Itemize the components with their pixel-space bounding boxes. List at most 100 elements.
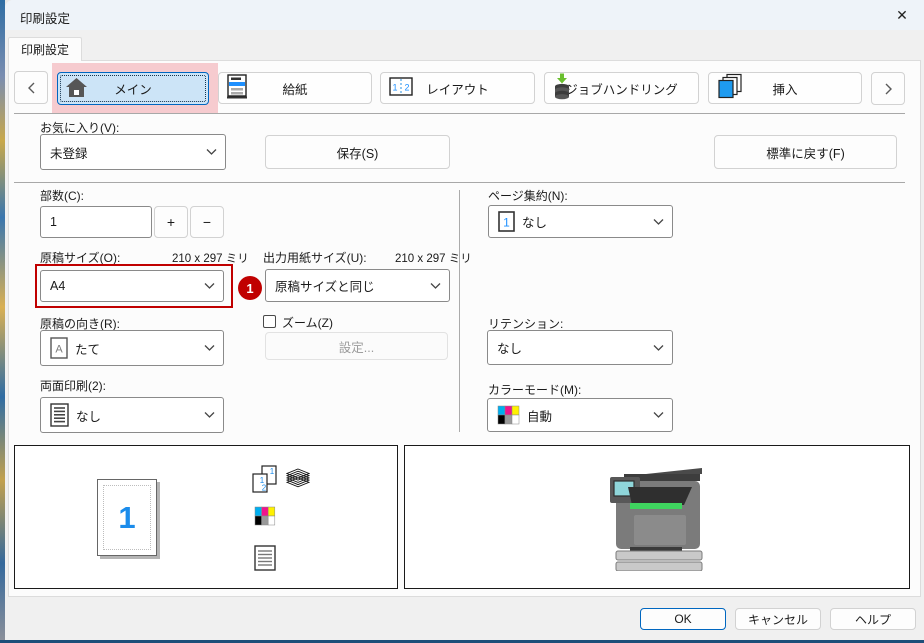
tab-label: 印刷設定 bbox=[21, 41, 69, 58]
copies-label: 部数(C): bbox=[40, 187, 84, 204]
home-icon bbox=[66, 78, 87, 100]
insert-icon bbox=[717, 74, 743, 103]
toolbar-button-paper-feed[interactable]: 給紙 bbox=[218, 72, 372, 104]
separator bbox=[14, 182, 905, 183]
copies-decrement-button[interactable]: − bbox=[190, 206, 224, 238]
duplex-dropdown[interactable]: なし bbox=[40, 397, 224, 433]
svg-text:2: 2 bbox=[262, 484, 267, 493]
chevron-down-icon bbox=[653, 344, 664, 351]
callout-number: 1 bbox=[246, 281, 253, 296]
chevron-right-icon bbox=[884, 83, 893, 95]
chevron-down-icon bbox=[653, 218, 664, 225]
original-size-dropdown[interactable]: A4 bbox=[40, 270, 224, 302]
output-paper-size-label: 出力用紙サイズ(U): bbox=[263, 249, 367, 266]
callout-badge-1: 1 bbox=[238, 276, 262, 300]
page-aggregation-label: ページ集約(N): bbox=[488, 187, 568, 204]
restore-defaults-label: 標準に戻す(F) bbox=[766, 143, 844, 162]
orientation-value: たて bbox=[75, 339, 100, 358]
zoom-checkbox[interactable] bbox=[263, 315, 276, 328]
output-paper-size-dimensions: 210 x 297 ミリ bbox=[395, 250, 472, 266]
toolbar-button-label: レイアウト bbox=[426, 79, 489, 98]
toolbar-button-label: 給紙 bbox=[282, 79, 307, 98]
minus-icon: − bbox=[203, 214, 211, 230]
cancel-button[interactable]: キャンセル bbox=[735, 608, 821, 630]
ok-button-label: OK bbox=[674, 612, 691, 626]
orientation-dropdown[interactable]: A たて bbox=[40, 330, 224, 366]
separator-vertical bbox=[459, 190, 460, 432]
save-button[interactable]: 保存(S) bbox=[265, 135, 450, 169]
color-mode-dropdown[interactable]: 自動 bbox=[487, 398, 673, 432]
svg-text:2: 2 bbox=[404, 83, 409, 93]
output-paper-size-value: 原稿サイズと同じ bbox=[275, 276, 375, 295]
print-settings-dialog: 印刷設定 ✕ 印刷設定 メイン 給紙 bbox=[0, 0, 924, 643]
page-aggregation-dropdown[interactable]: 1 なし bbox=[488, 205, 673, 238]
original-size-label: 原稿サイズ(O): bbox=[40, 249, 120, 266]
window-title: 印刷設定 bbox=[20, 8, 70, 27]
separator bbox=[14, 113, 905, 114]
save-button-label: 保存(S) bbox=[337, 143, 379, 162]
svg-text:1: 1 bbox=[503, 216, 510, 230]
portrait-orientation-icon: A bbox=[50, 337, 68, 359]
zoom-settings-button: 設定... bbox=[265, 332, 448, 360]
toolbar-button-layout[interactable]: 12 レイアウト bbox=[380, 72, 535, 104]
copies-increment-button[interactable]: + bbox=[154, 206, 188, 238]
job-handling-icon bbox=[553, 74, 571, 103]
title-bar: 印刷設定 ✕ bbox=[5, 0, 924, 30]
retention-dropdown[interactable]: なし bbox=[487, 330, 673, 365]
preview-page: 1 bbox=[97, 479, 157, 556]
help-button-label: ヘルプ bbox=[855, 611, 891, 628]
duplex-value: なし bbox=[76, 406, 101, 425]
paper-feed-icon bbox=[227, 74, 247, 102]
original-size-dimensions: 210 x 297 ミリ bbox=[172, 250, 249, 266]
retention-value: なし bbox=[497, 338, 522, 357]
color-mode-cmyk-icon bbox=[254, 506, 276, 526]
page-aggregation-value: なし bbox=[522, 212, 547, 231]
favorites-dropdown[interactable]: 未登録 bbox=[40, 134, 226, 170]
pages-1-2-icon: 112 bbox=[251, 465, 278, 494]
paper-stack-icon bbox=[286, 468, 310, 488]
zoom-checkbox-label: ズーム(Z) bbox=[282, 314, 333, 331]
document-lines-icon bbox=[254, 545, 276, 571]
output-paper-size-dropdown[interactable]: 原稿サイズと同じ bbox=[265, 269, 450, 302]
toolbar-scroll-left-button[interactable] bbox=[14, 71, 48, 104]
toolbar-scroll-right-button[interactable] bbox=[871, 72, 905, 105]
chevron-down-icon bbox=[653, 412, 664, 419]
toolbar-button-label: ジョブハンドリング bbox=[565, 79, 678, 98]
plus-icon: + bbox=[167, 214, 175, 230]
printer-preview-panel bbox=[404, 445, 910, 589]
preview-page-number: 1 bbox=[98, 480, 156, 555]
color-mode-label: カラーモード(M): bbox=[488, 381, 581, 398]
restore-defaults-button[interactable]: 標準に戻す(F) bbox=[714, 135, 897, 169]
favorites-value: 未登録 bbox=[50, 143, 88, 162]
chevron-down-icon bbox=[206, 149, 217, 156]
duplex-none-icon bbox=[50, 403, 69, 427]
toolbar-button-label: 挿入 bbox=[772, 79, 797, 98]
toolbar-button-insert[interactable]: 挿入 bbox=[708, 72, 862, 104]
original-size-value: A4 bbox=[50, 279, 65, 293]
duplex-label: 両面印刷(2): bbox=[40, 377, 106, 394]
svg-text:1: 1 bbox=[392, 83, 397, 93]
chevron-left-icon bbox=[27, 82, 36, 94]
toolbar-button-job-handling[interactable]: ジョブハンドリング bbox=[544, 72, 699, 104]
toolbar-button-main[interactable]: メイン bbox=[57, 72, 209, 105]
page-preview-panel: 1 112 bbox=[14, 445, 398, 589]
close-icon: ✕ bbox=[896, 7, 908, 24]
chevron-down-icon bbox=[204, 412, 215, 419]
cancel-button-label: キャンセル bbox=[748, 611, 808, 628]
svg-text:1: 1 bbox=[270, 467, 275, 476]
ok-button[interactable]: OK bbox=[640, 608, 726, 630]
chevron-down-icon bbox=[430, 282, 441, 289]
tab-print-settings[interactable]: 印刷設定 bbox=[8, 37, 82, 61]
color-mode-value: 自動 bbox=[527, 406, 552, 425]
chevron-down-icon bbox=[204, 283, 215, 290]
copies-input[interactable]: 1 bbox=[40, 206, 152, 238]
close-button[interactable]: ✕ bbox=[882, 1, 922, 29]
dialog-window: 印刷設定 ✕ 印刷設定 メイン 給紙 bbox=[5, 0, 924, 640]
color-mode-cmyk-icon bbox=[497, 405, 520, 425]
svg-text:A: A bbox=[55, 344, 63, 356]
printer-illustration bbox=[608, 467, 708, 571]
help-button[interactable]: ヘルプ bbox=[830, 608, 916, 630]
page-aggregation-icon: 1 bbox=[498, 211, 515, 232]
zoom-settings-label: 設定... bbox=[339, 337, 374, 356]
chevron-down-icon bbox=[204, 345, 215, 352]
